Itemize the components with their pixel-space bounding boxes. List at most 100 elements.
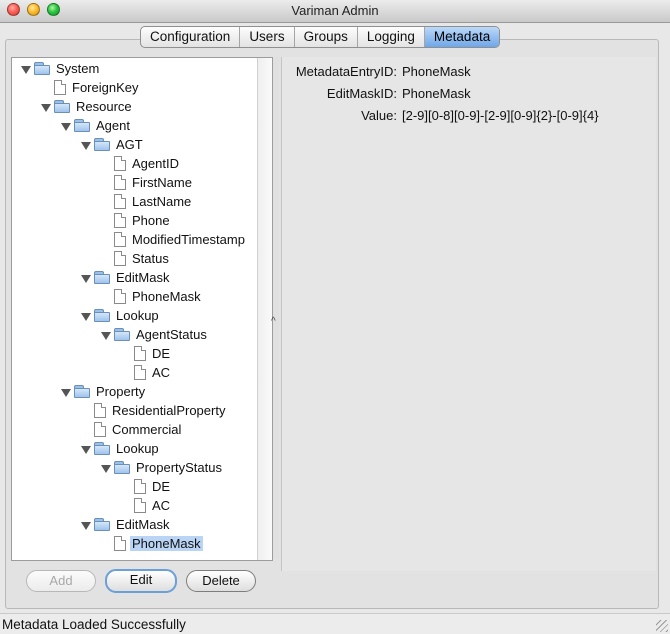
tree-node-label: PropertyStatus	[136, 460, 222, 475]
metadata-entry-id-label: MetadataEntryID:	[295, 64, 397, 79]
tree-leaf-node[interactable]: DE	[120, 345, 170, 363]
panel-splitter[interactable]	[273, 57, 279, 559]
tree-leaf-node[interactable]: PhoneMask	[100, 288, 201, 306]
tree-folder-node[interactable]: EditMask	[80, 516, 169, 534]
tree-node-label: DE	[152, 346, 171, 361]
expand-triangle-icon[interactable]	[60, 383, 71, 401]
edit-mask-id-label: EditMaskID:	[326, 86, 397, 101]
tree-leaf-node[interactable]: Status	[100, 250, 169, 268]
tree-folder-node[interactable]: Property	[60, 383, 145, 401]
tree-node-label: ForeignKey	[72, 80, 139, 95]
details-panel: MetadataEntryID: PhoneMask EditMaskID: P…	[281, 57, 656, 571]
expand-triangle-icon[interactable]	[20, 60, 31, 78]
tree-node-label: AGT	[116, 137, 143, 152]
expand-triangle-icon[interactable]	[80, 136, 91, 154]
status-text: Metadata Loaded Successfully	[2, 617, 186, 632]
document-icon	[54, 80, 66, 95]
tree-folder-node[interactable]: Lookup	[80, 307, 159, 325]
tab-bar: Configuration Users Groups Logging Metad…	[140, 26, 501, 48]
tree-folder-node[interactable]: PropertyStatus	[100, 459, 222, 477]
value-label: Value:	[361, 108, 397, 123]
document-icon	[114, 232, 126, 247]
tree-node-label: FirstName	[132, 175, 192, 190]
tab-logging[interactable]: Logging	[358, 27, 425, 47]
tab-metadata[interactable]: Metadata	[424, 27, 500, 47]
edit-button[interactable]: Edit	[105, 569, 177, 593]
expand-triangle-icon[interactable]	[80, 307, 91, 325]
folder-icon	[94, 271, 110, 284]
tree-node-label: AgentStatus	[136, 327, 207, 342]
tree-leaf-node[interactable]: PhoneMask	[100, 535, 203, 553]
folder-icon	[94, 442, 110, 455]
expand-triangle-icon[interactable]	[60, 117, 71, 135]
document-icon	[114, 156, 126, 171]
tree-leaf-node[interactable]: Commercial	[80, 421, 181, 439]
tree-node-label: ResidentialProperty	[112, 403, 226, 418]
tree-node-label: Status	[132, 251, 169, 266]
tree-folder-node[interactable]: Resource	[40, 98, 132, 116]
tab-users[interactable]: Users	[240, 27, 295, 47]
tree-leaf-node[interactable]: DE	[120, 478, 170, 496]
splitter-arrow-icon[interactable]: ^	[271, 316, 276, 327]
expand-triangle-icon[interactable]	[80, 269, 91, 287]
expand-triangle-icon[interactable]	[80, 516, 91, 534]
tab-groups[interactable]: Groups	[295, 27, 358, 47]
value-value: [2-9][0-8][0-9]-[2-9][0-9]{2}-[0-9]{4}	[402, 108, 599, 123]
edit-mask-id-row: EditMaskID: PhoneMask	[282, 85, 652, 103]
document-icon	[134, 365, 146, 380]
tree-folder-node[interactable]: System	[20, 60, 99, 78]
document-icon	[114, 213, 126, 228]
tree-node-label: System	[56, 61, 100, 76]
tree-node-label: PhoneMask	[132, 289, 201, 304]
tree-folder-node[interactable]: AgentStatus	[100, 326, 207, 344]
expand-triangle-icon[interactable]	[100, 459, 111, 477]
folder-icon	[74, 385, 90, 398]
expand-triangle-icon[interactable]	[100, 326, 111, 344]
folder-icon	[94, 309, 110, 322]
folder-icon	[54, 100, 70, 113]
tree-node-label: Property	[96, 384, 146, 399]
resize-grip-icon[interactable]	[656, 620, 668, 632]
document-icon	[114, 175, 126, 190]
tree-folder-node[interactable]: EditMask	[80, 269, 169, 287]
tree-node-label: Lookup	[116, 308, 159, 323]
folder-icon	[94, 138, 110, 151]
metadata-tree[interactable]: System ForeignKey Resource Agent AGT AgentID F…	[11, 57, 273, 561]
title-bar: Variman Admin	[0, 0, 670, 23]
tree-leaf-node[interactable]: ResidentialProperty	[80, 402, 225, 420]
tree-node-label: DE	[152, 479, 171, 494]
document-icon	[134, 479, 146, 494]
expand-triangle-icon[interactable]	[80, 440, 91, 458]
tree-node-label: AC	[152, 365, 171, 380]
add-button[interactable]: Add	[26, 570, 96, 592]
value-row: Value: [2-9][0-8][0-9]-[2-9][0-9]{2}-[0-…	[282, 107, 652, 125]
tree-node-label: Agent	[96, 118, 130, 133]
window-title: Variman Admin	[291, 3, 379, 18]
tree-folder-node[interactable]: Lookup	[80, 440, 159, 458]
tree-leaf-node[interactable]: AC	[120, 497, 170, 515]
document-icon	[114, 289, 126, 304]
tree-node-label: AgentID	[132, 156, 179, 171]
tree-leaf-node[interactable]: ForeignKey	[40, 79, 138, 97]
tree-leaf-node[interactable]: AgentID	[100, 155, 179, 173]
folder-icon	[94, 518, 110, 531]
tree-leaf-node[interactable]: ModifiedTimestamp	[100, 231, 245, 249]
tree-leaf-node[interactable]: FirstName	[100, 174, 192, 192]
folder-icon	[114, 461, 130, 474]
tree-folder-node[interactable]: AGT	[80, 136, 143, 154]
tree-leaf-node[interactable]: Phone	[100, 212, 170, 230]
expand-triangle-icon[interactable]	[40, 98, 51, 116]
tree-folder-node[interactable]: Agent	[60, 117, 130, 135]
tree-node-label: EditMask	[116, 517, 170, 532]
tree-leaf-node[interactable]: AC	[120, 364, 170, 382]
edit-mask-id-value: PhoneMask	[402, 86, 471, 101]
delete-button[interactable]: Delete	[186, 570, 256, 592]
tab-configuration[interactable]: Configuration	[141, 27, 241, 47]
tree-leaf-node[interactable]: LastName	[100, 193, 191, 211]
tree-node-label: Phone	[132, 213, 170, 228]
tree-scrollbar[interactable]	[257, 58, 272, 560]
document-icon	[114, 251, 126, 266]
tree-node-label: LastName	[132, 194, 192, 209]
document-icon	[94, 422, 106, 437]
status-bar: Metadata Loaded Successfully	[0, 613, 670, 634]
